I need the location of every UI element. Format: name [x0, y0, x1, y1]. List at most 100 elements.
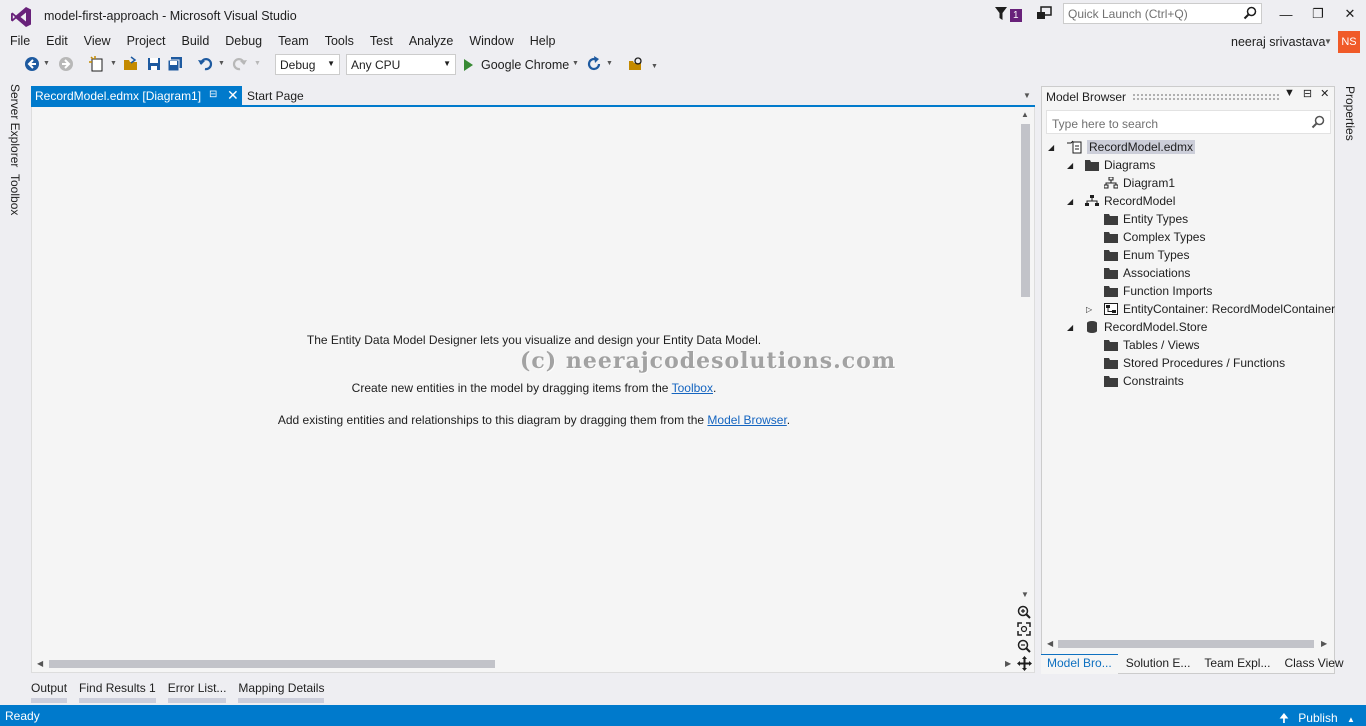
toolbar-overflow-icon[interactable]: ▼ — [651, 63, 658, 70]
refresh-browser-icon[interactable] — [586, 56, 602, 72]
pin-icon[interactable]: ⊟ — [209, 89, 217, 100]
tree-item[interactable]: Associations — [1086, 264, 1190, 282]
tab-output[interactable]: Output — [31, 681, 68, 703]
back-dropdown-icon[interactable]: ▼ — [43, 60, 50, 67]
navigate-forward-icon[interactable] — [58, 56, 74, 72]
zoom-out-icon[interactable] — [1017, 639, 1031, 653]
tree-item[interactable]: Complex Types — [1086, 228, 1205, 246]
tree-item[interactable]: ◢ RecordModel — [1067, 192, 1175, 210]
save-all-icon[interactable] — [167, 56, 183, 72]
start-debugging-button[interactable]: Google Chrome — [464, 55, 569, 75]
menu-test[interactable]: Test — [370, 32, 393, 52]
feedback-icon[interactable] — [1036, 6, 1052, 22]
tab-class-view[interactable]: Class View — [1278, 654, 1349, 674]
collapse-arrow-icon[interactable]: ◢ — [1067, 161, 1077, 170]
tab-find-results[interactable]: Find Results 1 — [79, 681, 156, 703]
find-in-files-icon[interactable] — [628, 56, 644, 72]
notification-badge[interactable]: 1 — [1010, 9, 1022, 22]
minimize-button[interactable]: — — [1270, 2, 1302, 26]
model-browser-link[interactable]: Model Browser — [707, 413, 786, 427]
solution-configuration-select[interactable]: Debug ▼ — [275, 54, 340, 75]
menu-tools[interactable]: Tools — [325, 32, 354, 52]
auto-hide-pin-icon[interactable]: ⊟ — [1303, 87, 1312, 100]
scroll-left-icon[interactable]: ◀ — [37, 659, 43, 668]
close-panel-icon[interactable]: ✕ — [1320, 87, 1329, 100]
undo-dropdown-icon[interactable]: ▼ — [218, 60, 225, 67]
redo-icon[interactable] — [232, 56, 248, 72]
tab-model-browser[interactable]: Model Bro... — [1041, 654, 1118, 674]
avatar[interactable]: NS — [1338, 31, 1360, 53]
tab-start-page[interactable]: Start Page — [247, 89, 304, 103]
tree-item[interactable]: Diagram1 — [1086, 174, 1175, 192]
open-file-icon[interactable] — [123, 56, 139, 72]
tree-item[interactable]: Tables / Views — [1086, 336, 1199, 354]
tab-mapping-details[interactable]: Mapping Details — [238, 681, 325, 703]
tree-item[interactable]: ◢ Diagrams — [1067, 156, 1155, 174]
solution-platform-select[interactable]: Any CPU ▼ — [346, 54, 456, 75]
tab-solution-explorer[interactable]: Solution E... — [1120, 654, 1197, 674]
tree-scroll-right-icon[interactable]: ▶ — [1321, 639, 1327, 648]
scroll-up-icon[interactable]: ▲ — [1021, 110, 1029, 119]
menu-help[interactable]: Help — [530, 32, 556, 52]
server-explorer-tab[interactable]: Server Explorer — [8, 84, 22, 167]
tree-item[interactable]: Entity Types — [1086, 210, 1188, 228]
close-window-button[interactable]: ✕ — [1334, 2, 1366, 26]
run-target-dropdown-icon[interactable]: ▼ — [572, 60, 579, 67]
tab-error-list[interactable]: Error List... — [167, 681, 226, 703]
menu-project[interactable]: Project — [127, 32, 166, 52]
model-browser-search-input[interactable]: Type here to search — [1046, 110, 1331, 134]
panel-drag-grip[interactable] — [1132, 93, 1280, 100]
search-icon[interactable] — [1243, 6, 1257, 20]
menu-build[interactable]: Build — [181, 32, 209, 52]
new-project-icon[interactable] — [89, 56, 105, 72]
save-icon[interactable] — [146, 56, 162, 72]
menu-view[interactable]: View — [84, 32, 111, 52]
new-project-dropdown-icon[interactable]: ▼ — [110, 60, 117, 67]
redo-dropdown-icon[interactable]: ▼ — [254, 60, 261, 67]
tree-item[interactable]: Constraints — [1086, 372, 1184, 390]
notifications-flag-icon[interactable] — [994, 6, 1008, 22]
user-name[interactable]: neeraj srivastava — [1231, 35, 1326, 49]
toolbox-tab[interactable]: Toolbox — [8, 174, 22, 215]
menu-debug[interactable]: Debug — [225, 32, 262, 52]
collapse-arrow-icon[interactable]: ◢ — [1067, 323, 1077, 332]
tree-scroll-left-icon[interactable]: ◀ — [1047, 639, 1053, 648]
scroll-right-icon[interactable]: ▶ — [1005, 659, 1011, 668]
tree-horizontal-scroll-thumb[interactable] — [1058, 640, 1314, 648]
menu-file[interactable]: File — [10, 32, 30, 52]
browser-link-dropdown-icon[interactable]: ▼ — [606, 60, 613, 67]
tab-team-explorer[interactable]: Team Expl... — [1198, 654, 1276, 674]
menu-window[interactable]: Window — [469, 32, 513, 52]
tree-item[interactable]: Enum Types — [1086, 246, 1189, 264]
designer-horizontal-scroll-thumb[interactable] — [49, 660, 495, 668]
publish-button[interactable]: 🠉 Publish ▲ — [1279, 709, 1355, 726]
tree-item[interactable]: ◢ RecordModel.Store — [1067, 318, 1207, 336]
pan-move-icon[interactable] — [1017, 656, 1032, 671]
close-icon[interactable]: ✕ — [227, 87, 239, 104]
menu-analyze[interactable]: Analyze — [409, 32, 453, 52]
user-menu-chevron-icon[interactable]: ▼ — [1324, 37, 1332, 46]
tab-recordmodel-edmx[interactable]: RecordModel.edmx [Diagram1] ⊟ ✕ — [31, 86, 242, 106]
menu-team[interactable]: Team — [278, 32, 309, 52]
tree-item[interactable]: ◢ RecordModel.edmx — [1048, 138, 1196, 156]
toolbox-link[interactable]: Toolbox — [672, 381, 713, 395]
search-icon[interactable] — [1311, 115, 1325, 129]
designer-vertical-scroll-thumb[interactable] — [1021, 124, 1030, 297]
undo-icon[interactable] — [197, 56, 213, 72]
zoom-in-icon[interactable] — [1017, 605, 1031, 619]
expand-arrow-icon[interactable]: ▷ — [1086, 305, 1096, 314]
scroll-down-icon[interactable]: ▼ — [1021, 590, 1029, 599]
panel-options-chevron-icon[interactable]: ▼ — [1284, 87, 1295, 100]
tree-item[interactable]: ▷ EntityContainer: RecordModelContainer — [1086, 300, 1335, 318]
properties-tab[interactable]: Properties — [1343, 86, 1357, 141]
maximize-button[interactable]: ❐ — [1302, 2, 1334, 26]
quick-launch-input[interactable]: Quick Launch (Ctrl+Q) — [1063, 3, 1262, 24]
entity-designer-surface[interactable]: The Entity Data Model Designer lets you … — [31, 107, 1035, 673]
collapse-arrow-icon[interactable]: ◢ — [1048, 143, 1058, 152]
navigate-back-icon[interactable] — [24, 56, 40, 72]
tree-item[interactable]: Function Imports — [1086, 282, 1212, 300]
collapse-arrow-icon[interactable]: ◢ — [1067, 197, 1077, 206]
tree-item[interactable]: Stored Procedures / Functions — [1086, 354, 1285, 372]
zoom-to-fit-icon[interactable] — [1017, 622, 1031, 636]
tab-overflow-chevron-icon[interactable]: ▼ — [1023, 91, 1031, 100]
